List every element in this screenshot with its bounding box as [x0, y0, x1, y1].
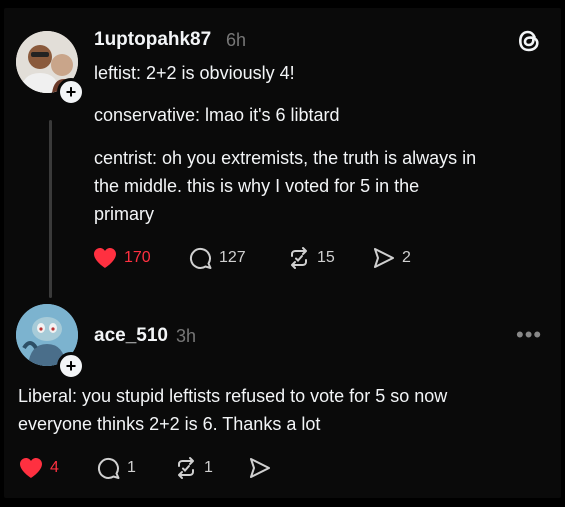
like-count: 4 — [50, 459, 59, 476]
post-line-3: centrist: oh you extremists, the truth i… — [94, 148, 477, 168]
post-time: 6h — [226, 30, 247, 50]
threads-feed: + 1uptopahk87 6h leftist: 2+2 is obvious… — [4, 8, 561, 498]
post-username[interactable]: 1uptopahk87 — [94, 29, 211, 51]
like-button[interactable]: 4 — [18, 456, 59, 480]
follow-plus-icon[interactable]: + — [57, 78, 85, 106]
repost-icon — [291, 247, 307, 269]
share-icon — [250, 458, 270, 478]
heart-icon — [20, 458, 42, 478]
like-button[interactable]: 170 — [92, 246, 151, 270]
comment-count: 127 — [219, 249, 246, 266]
follow-plus-icon[interactable]: + — [57, 352, 85, 380]
reply-line-1: Liberal: you stupid leftists refused to … — [18, 386, 448, 406]
comment-button[interactable]: 1 — [97, 456, 136, 480]
post-line-4: the middle. this is why I voted for 5 in… — [94, 176, 420, 196]
threads-logo-icon[interactable] — [514, 26, 544, 56]
repost-button[interactable]: 1 — [174, 456, 213, 480]
repost-count: 1 — [204, 459, 213, 476]
reply-username[interactable]: ace_510 — [94, 325, 168, 347]
comment-count: 1 — [127, 459, 136, 476]
repost-button[interactable]: 15 — [287, 246, 335, 270]
post-line-1: leftist: 2+2 is obviously 4! — [94, 63, 295, 83]
comment-icon — [189, 247, 212, 269]
repost-icon — [178, 457, 194, 479]
more-icon[interactable]: ••• — [516, 322, 542, 348]
share-icon — [374, 248, 394, 268]
share-button[interactable]: 2 — [372, 246, 411, 270]
post-line-2: conservative: lmao it's 6 libtard — [94, 105, 340, 125]
repost-count: 15 — [317, 249, 335, 266]
share-count: 2 — [402, 249, 411, 266]
reply-time: 3h — [176, 326, 197, 346]
heart-icon — [94, 248, 116, 268]
post-line-5: primary — [94, 204, 155, 224]
thread-line — [49, 120, 52, 298]
reply-line-2: everyone thinks 2+2 is 6. Thanks a lot — [18, 414, 321, 434]
comment-icon — [97, 457, 120, 479]
like-count: 170 — [124, 249, 151, 266]
comment-button[interactable]: 127 — [189, 246, 246, 270]
share-button[interactable] — [248, 456, 272, 480]
